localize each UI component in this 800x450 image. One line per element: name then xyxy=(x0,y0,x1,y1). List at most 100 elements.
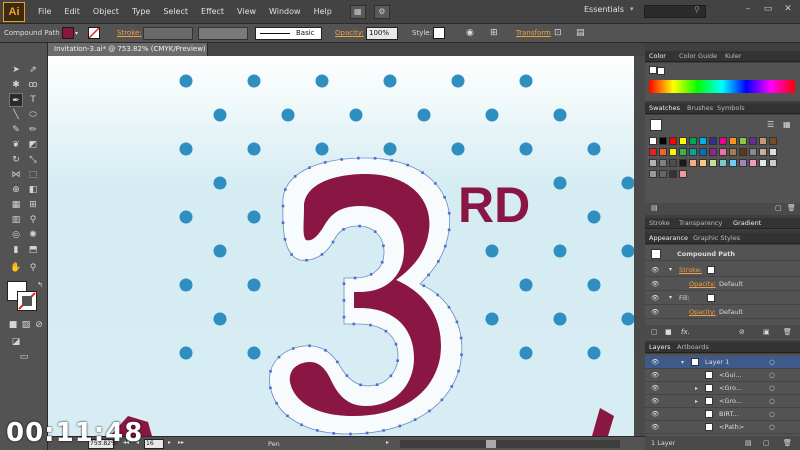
fill-swatch[interactable] xyxy=(62,27,74,39)
anchor-point[interactable] xyxy=(349,432,352,436)
anchor-point[interactable] xyxy=(293,175,297,178)
color-fill-chip[interactable] xyxy=(649,66,657,74)
color-swatch[interactable] xyxy=(749,159,757,167)
add-effect-button[interactable]: fx. xyxy=(681,328,690,336)
anchor-point[interactable] xyxy=(375,383,379,387)
anchor-point[interactable] xyxy=(357,156,360,160)
color-swatch[interactable] xyxy=(729,159,737,167)
layer-row[interactable]: 👁 <Gui... ○ xyxy=(645,369,800,382)
swap-fill-stroke-icon[interactable]: ↰ xyxy=(37,281,43,289)
layer-name[interactable]: <Gui... xyxy=(719,369,742,382)
color-swatch[interactable] xyxy=(729,148,737,156)
delete-item-icon[interactable]: 🗑 xyxy=(783,328,792,336)
appearance-stroke-swatch[interactable] xyxy=(707,266,715,274)
anchor-point[interactable] xyxy=(436,293,440,297)
screen-mode-icon[interactable]: ▭ xyxy=(17,350,31,364)
layer-row-top[interactable]: 👁 ▾ Layer 1 ○ xyxy=(645,356,800,369)
stroke-swatch[interactable] xyxy=(88,27,100,39)
menu-type[interactable]: Type xyxy=(132,7,150,16)
tab-gradient[interactable]: Gradient xyxy=(733,219,761,227)
color-swatch[interactable] xyxy=(649,137,657,145)
visibility-eye-icon[interactable]: 👁 xyxy=(651,421,659,434)
pencil-tool-icon[interactable]: ✏ xyxy=(26,123,40,137)
anchor-point[interactable] xyxy=(390,159,393,162)
rotate-tool-icon[interactable]: ↻ xyxy=(9,153,23,167)
layer-name[interactable]: BIRT... xyxy=(719,408,739,421)
line-tool-icon[interactable]: ╲ xyxy=(9,108,23,122)
anchor-point[interactable] xyxy=(277,355,281,359)
duplicate-item-icon[interactable]: ▣ xyxy=(763,328,770,336)
blob-brush-tool-icon[interactable]: ❦ xyxy=(9,138,23,152)
grid-view-icon[interactable]: ▦ xyxy=(783,120,791,129)
isolate-icon[interactable]: ⊡ xyxy=(554,27,562,40)
anchor-point[interactable] xyxy=(443,195,446,199)
color-swatch[interactable] xyxy=(769,137,777,145)
gradient-mode-icon[interactable]: ▨ xyxy=(19,318,33,332)
anchor-point[interactable] xyxy=(434,182,437,185)
list-view-icon[interactable]: ☰ xyxy=(767,120,774,129)
visibility-eye-icon[interactable]: 👁 xyxy=(651,277,659,291)
anchor-point[interactable] xyxy=(320,253,324,256)
tab-stroke[interactable]: Stroke xyxy=(649,219,670,227)
tab-artboards[interactable]: Artboards xyxy=(677,343,709,351)
swatch-library-icon[interactable]: ▤ xyxy=(651,204,658,212)
color-swatch[interactable] xyxy=(739,148,747,156)
scale-tool-icon[interactable]: ⤡ xyxy=(26,153,40,167)
perspective-grid-tool-icon[interactable]: ▦ xyxy=(9,198,23,212)
vertical-scrollbar[interactable] xyxy=(634,56,645,436)
color-swatch[interactable] xyxy=(649,170,657,178)
stroke-color-box[interactable] xyxy=(17,291,37,311)
anchor-point[interactable] xyxy=(398,424,402,428)
color-swatch[interactable] xyxy=(699,148,707,156)
expand-arrow-icon[interactable]: ▸ xyxy=(695,382,698,395)
target-circle-icon[interactable]: ○ xyxy=(769,369,775,382)
anchor-point[interactable] xyxy=(269,386,272,390)
color-swatch[interactable] xyxy=(709,137,717,145)
anchor-point[interactable] xyxy=(308,166,311,169)
anchor-point[interactable] xyxy=(336,360,339,364)
target-circle-icon[interactable]: ○ xyxy=(769,395,775,408)
layer-name[interactable]: <Path> xyxy=(719,421,744,434)
color-swatch[interactable] xyxy=(689,159,697,167)
paintbrush-tool-icon[interactable]: ✎ xyxy=(9,123,23,137)
tab-transparency[interactable]: Transparency xyxy=(679,219,722,227)
anchor-point[interactable] xyxy=(443,244,447,248)
arrange-documents-button[interactable]: ⚙ xyxy=(373,4,390,19)
horizontal-scrollbar[interactable] xyxy=(400,440,620,448)
last-artboard-icon[interactable]: ▸▸ xyxy=(178,439,184,446)
anchor-point[interactable] xyxy=(283,237,287,241)
visibility-eye-icon[interactable]: 👁 xyxy=(651,395,659,408)
zoom-tool-icon[interactable]: ⚲ xyxy=(26,261,40,275)
layer-row[interactable]: 👁 ▸ <Gro... ○ xyxy=(645,395,800,408)
anchor-point[interactable] xyxy=(406,163,409,167)
color-swatch[interactable] xyxy=(709,159,717,167)
anchor-point[interactable] xyxy=(460,353,463,357)
appearance-opacity-label[interactable]: Opacity: xyxy=(689,305,716,319)
target-circle-icon[interactable]: ○ xyxy=(769,382,775,395)
anchor-point[interactable] xyxy=(308,344,311,348)
tab-brushes[interactable]: Brushes xyxy=(687,104,713,112)
mesh-tool-icon[interactable]: ⊞ xyxy=(26,198,40,212)
color-swatch[interactable] xyxy=(699,137,707,145)
menu-window[interactable]: Window xyxy=(269,7,301,16)
anchor-point[interactable] xyxy=(281,204,285,208)
eyedropper-tool-icon[interactable]: ⚲ xyxy=(26,213,40,227)
tab-layers[interactable]: Layers xyxy=(649,343,671,351)
minimize-icon[interactable]: – xyxy=(740,4,756,18)
color-swatch[interactable] xyxy=(659,148,667,156)
selection-tool-icon[interactable]: ➤ xyxy=(9,63,23,77)
color-spectrum-bar[interactable] xyxy=(649,80,795,93)
new-swatch-icon[interactable]: ▢ xyxy=(775,204,782,212)
anchor-point[interactable] xyxy=(342,299,346,302)
graphic-style-swatch[interactable] xyxy=(433,27,445,39)
color-swatch[interactable] xyxy=(679,148,687,156)
bridge-button[interactable]: ▦ xyxy=(349,4,366,19)
suffix-text[interactable]: RD xyxy=(458,177,530,233)
none-mode-icon[interactable]: ⊘ xyxy=(32,318,46,332)
lasso-tool-icon[interactable]: ꝏ xyxy=(26,78,40,92)
add-fill-icon[interactable]: ■ xyxy=(665,328,672,336)
layer-name[interactable]: Layer 1 xyxy=(705,356,729,369)
color-swatch[interactable] xyxy=(729,137,737,145)
expand-arrow-icon[interactable]: ▸ xyxy=(695,395,698,408)
anchor-point[interactable] xyxy=(353,276,357,280)
